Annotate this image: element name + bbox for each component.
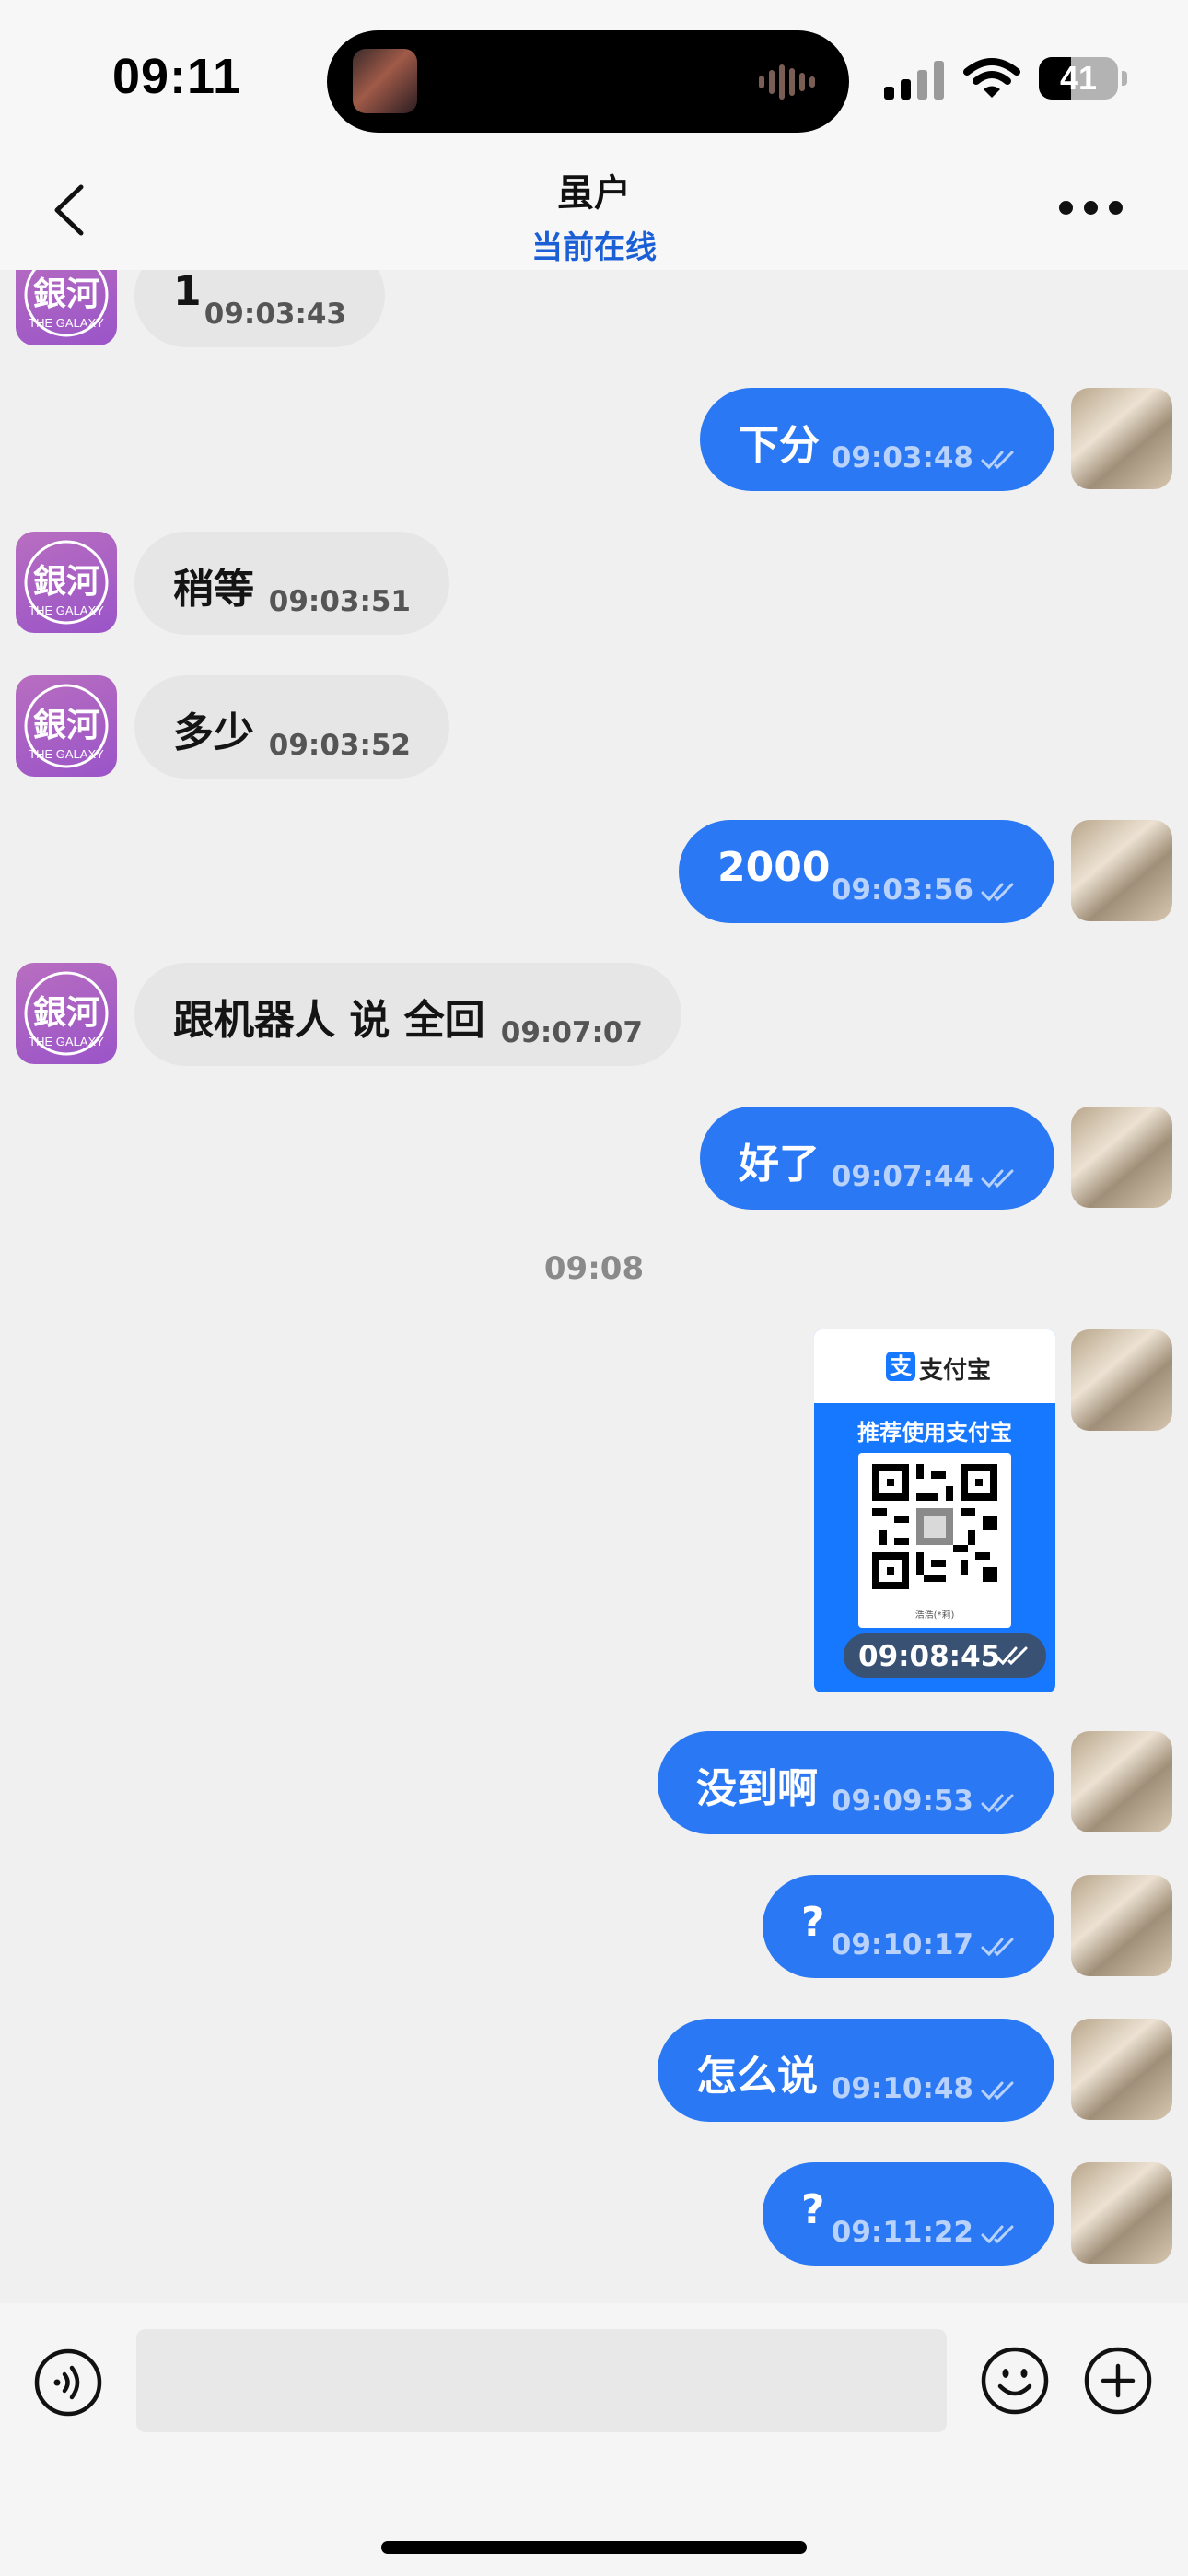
message-bubble[interactable]: 多少 09:03:52 [134,675,449,779]
battery-indicator: 41 [1039,57,1118,100]
plus-icon[interactable] [1083,2346,1153,2416]
message-time: 09:11:22 [831,2216,973,2249]
avatar-subtext: THE GALAXY [29,1035,104,1048]
message-text: 没到啊 [696,1765,818,1812]
my-avatar[interactable] [1071,1731,1172,1832]
message-time: 09:07:07 [500,1016,643,1049]
composer-bar [0,2303,1188,2576]
now-playing-artwork [353,49,417,113]
message-time: 09:09:53 [831,1785,973,1818]
qr-time-badge: 09:08:45 [844,1633,1046,1678]
message-time: 09:08:45 [858,1640,1001,1673]
my-avatar[interactable] [1071,1107,1172,1208]
message-bubble[interactable]: 跟机器人 说 全回 09:07:07 [134,963,681,1066]
message-time: 09:03:43 [204,298,346,331]
message-text: 稍等 [173,566,254,613]
message-bubble[interactable]: 2000 09:03:56 [679,820,1054,923]
double-check-icon [981,1938,1014,1957]
message-bubble[interactable]: 下分 09:03:48 [700,388,1054,491]
more-icon[interactable] [1059,189,1124,226]
avatar-mark: 銀河 [33,706,99,744]
message-bubble[interactable]: 好了 09:07:44 [700,1107,1054,1210]
avatar-mark: 銀河 [33,275,99,313]
avatar-mark: 銀河 [33,562,99,601]
message-time: 09:10:48 [831,2072,973,2105]
my-avatar[interactable] [1071,388,1172,489]
message-bubble[interactable]: 稍等 09:03:51 [134,532,449,635]
status-time: 09:11 [112,49,242,104]
alipay-logo-icon: 支 [886,1352,915,1381]
message-input[interactable] [136,2329,947,2432]
audio-waveform-icon [759,64,820,100]
my-avatar[interactable] [1071,1875,1172,1976]
message-text: 1 [173,270,202,315]
emoji-icon[interactable] [980,2346,1050,2416]
chat-title: 虽户 [557,172,631,215]
qr-payee-name: 浩浩(*莉) [914,1610,955,1621]
signal-icon [884,61,945,100]
message-text: ? [801,2186,825,2233]
my-avatar[interactable] [1071,820,1172,921]
message-time: 09:03:56 [831,873,973,907]
message-bubble[interactable]: 没到啊 09:09:53 [658,1731,1054,1834]
double-check-icon [981,1794,1014,1813]
double-check-icon [981,451,1014,470]
contact-avatar[interactable]: 銀河 THE GALAXY [16,675,117,777]
avatar-mark: 銀河 [33,993,99,1032]
message-text: 好了 [739,1141,820,1188]
date-separator: 09:08 [543,1250,645,1287]
message-time: 09:07:44 [831,1160,973,1193]
message-time: 09:03:48 [831,441,973,474]
message-bubble[interactable]: 怎么说 09:10:48 [658,2019,1054,2122]
message-text: 怎么说 [696,2053,818,2100]
status-bar: 09:11 41 [0,0,1188,152]
qr-code: 浩浩(*莉) [858,1453,1011,1628]
my-avatar[interactable] [1071,1329,1172,1431]
avatar-subtext: THE GALAXY [29,603,104,617]
message-bubble[interactable]: ? 09:10:17 [763,1875,1054,1978]
message-text: 2000 [717,844,831,891]
battery-cap [1122,71,1127,86]
my-avatar[interactable] [1071,2162,1172,2264]
payment-qr-card[interactable]: 支 支付宝 推荐使用支付宝 浩浩(*莉) 09:08:45 [814,1329,1055,1692]
my-avatar[interactable] [1071,2019,1172,2120]
qr-code-icon [872,1464,997,1589]
double-check-icon [981,2081,1014,2101]
message-time: 09:03:51 [268,585,411,618]
message-bubble[interactable]: ? 09:11:22 [763,2162,1054,2266]
voice-icon[interactable] [33,2348,103,2418]
qr-caption: 推荐使用支付宝 [857,1420,1012,1446]
avatar-subtext: THE GALAXY [29,747,104,761]
online-status: 当前在线 [531,229,657,266]
message-time: 09:03:52 [268,729,411,762]
contact-avatar[interactable]: 銀河 THE GALAXY [16,270,117,345]
avatar-subtext: THE GALAXY [29,316,104,330]
contact-avatar[interactable]: 銀河 THE GALAXY [16,963,117,1064]
message-text: ? [801,1899,825,1946]
double-check-icon [995,1646,1028,1666]
dynamic-island[interactable] [327,30,849,133]
message-bubble[interactable]: 1 09:03:43 [134,270,385,347]
battery-level: 41 [1059,59,1098,97]
home-indicator[interactable] [381,2541,807,2554]
double-check-icon [981,883,1014,902]
message-time: 09:10:17 [831,1928,973,1961]
double-check-icon [981,1169,1014,1188]
wifi-icon [963,58,1020,98]
chat-header: 虽户 当前在线 [0,152,1188,270]
message-text: 跟机器人 说 全回 [173,997,485,1044]
double-check-icon [981,2225,1014,2244]
message-list[interactable]: 銀河 THE GALAXY 1 09:03:43 下分 09:03:48 銀河 … [0,270,1188,2303]
message-text: 下分 [739,422,820,469]
alipay-brand: 支付宝 [919,1357,992,1385]
qr-card-header: 支 支付宝 [814,1329,1055,1403]
message-text: 多少 [173,709,254,756]
contact-avatar[interactable]: 銀河 THE GALAXY [16,532,117,633]
